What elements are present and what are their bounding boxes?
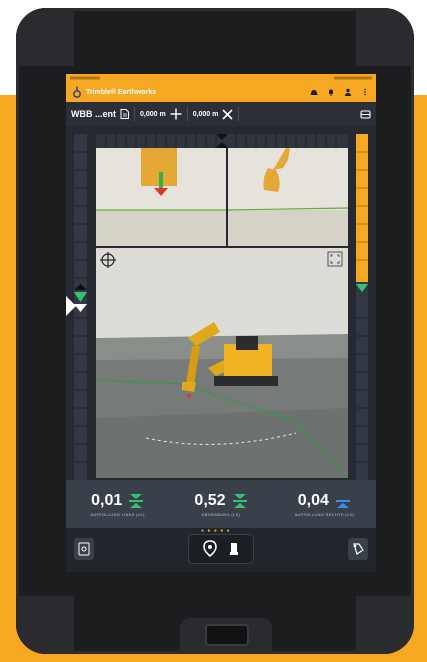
android-status-bar [66, 74, 376, 82]
bottom-connector [205, 624, 249, 646]
app-title: Trimble® Earthworks [86, 88, 157, 96]
readout-left[interactable]: 0,01 AUFFÜLLUNG LINKS (LK) [66, 480, 169, 528]
cross-section-view-graphic [228, 148, 348, 246]
app-bar: Trimble® Earthworks [66, 82, 376, 102]
close-icon[interactable] [222, 108, 233, 120]
3d-scene-graphic [96, 248, 348, 478]
bucket-icon [353, 543, 364, 555]
readout-center[interactable]: 0,52 ABGRABUNG (LK) [169, 480, 272, 528]
layers-control[interactable] [355, 102, 376, 126]
3d-machine-view[interactable] [96, 248, 348, 478]
readout-left-label: AUFFÜLLUNG LINKS (LK) [90, 511, 145, 517]
mode-switcher [188, 534, 254, 564]
cut-fill-readouts: 0,01 AUFFÜLLUNG LINKS (LK) 0,52 ABGRABUN… [66, 480, 376, 528]
fill-arrow-icon [335, 499, 350, 508]
readout-right-label: AUFFÜLLUNG RECHTS (LK) [294, 511, 355, 517]
profile-view[interactable] [96, 148, 226, 246]
page-indicator: ● ● ● ● ● [201, 528, 231, 534]
trimble-logo-icon [73, 86, 81, 98]
design-name: WBB ...ent [71, 109, 116, 119]
readout-left-value: 0,01 [91, 491, 123, 509]
right-lightbar [356, 134, 368, 480]
person-icon[interactable] [344, 88, 352, 96]
on-grade-arrows-icon [232, 493, 247, 508]
guidance-view [66, 126, 376, 480]
bell-icon[interactable] [327, 88, 335, 96]
settings-box-button[interactable] [74, 538, 94, 560]
profile-view-graphic [96, 148, 226, 246]
status-icons [70, 76, 372, 80]
design-selector[interactable]: WBB ...ent [66, 102, 134, 126]
location-pin-icon[interactable] [202, 540, 218, 558]
readout-right[interactable]: 0,04 AUFFÜLLUNG RECHTS (LK) [273, 480, 376, 528]
readout-center-label: ABGRABUNG (LK) [201, 511, 241, 517]
machine-icon[interactable] [228, 541, 240, 557]
readout-center-value: 0,52 [194, 491, 226, 509]
tablet-screen: Trimble® Earthworks WBB ...ent 0,000 m 0… [66, 74, 376, 572]
offset-control-vertical[interactable]: 0,000 m [135, 102, 187, 126]
bumper-top-right [356, 8, 414, 66]
toolbar-divider [238, 107, 240, 121]
settings-box-icon [78, 542, 90, 556]
horizontal-offset-value: 0,000 m [192, 110, 219, 118]
hardhat-icon[interactable] [310, 88, 318, 96]
more-vert-icon[interactable] [361, 88, 369, 96]
bumper-bottom-left [16, 596, 74, 654]
right-lightbar-graphic [356, 134, 368, 480]
move-icon[interactable] [170, 108, 182, 120]
bucket-button[interactable] [348, 538, 368, 560]
bumper-top-left [16, 8, 74, 66]
readout-right-value: 0,04 [297, 491, 329, 509]
offset-control-horizontal[interactable]: 0,000 m [188, 102, 239, 126]
left-position-marker [66, 296, 76, 316]
on-grade-arrows-icon [129, 493, 144, 508]
layers-icon[interactable] [360, 109, 371, 120]
top-ruler [96, 134, 348, 148]
bottom-navigation [66, 528, 376, 572]
top-ruler-graphic [96, 134, 348, 148]
design-toolbar: WBB ...ent 0,000 m 0,000 m [66, 102, 376, 126]
vertical-offset-value: 0,000 m [140, 110, 166, 118]
document-icon[interactable] [120, 109, 129, 119]
app-bar-actions [310, 88, 369, 96]
cross-section-view[interactable] [228, 148, 348, 246]
